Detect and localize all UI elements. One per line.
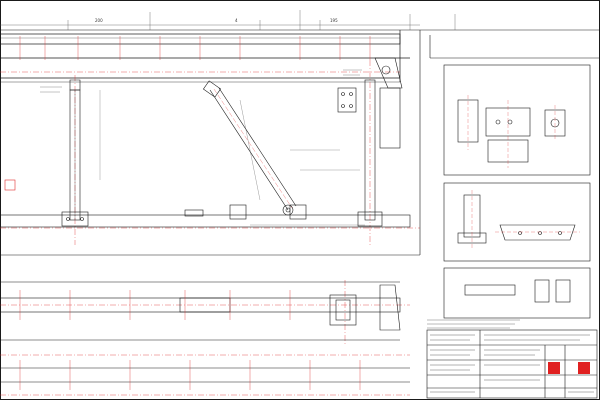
detail-panel-middle (443, 182, 591, 262)
truss-beam (0, 30, 410, 83)
title-block-red-mark (548, 362, 560, 374)
top-dimension-chain (0, 10, 456, 30)
annotation-strokes (40, 69, 362, 93)
technical-drawing-sheet: 200 4 195 (0, 0, 600, 400)
base-plate (0, 179, 411, 228)
detail-panel-top (443, 64, 591, 176)
title-block-text-strokes (430, 334, 594, 393)
general-notes-strokes (427, 319, 520, 329)
center-lines (0, 60, 420, 396)
title-block-red-mark-2 (578, 362, 590, 374)
dim-label-3: 195 (330, 18, 338, 23)
chord-ticks (19, 36, 371, 60)
detail-center-lines (467, 95, 580, 250)
plan-beam (0, 281, 410, 383)
dim-label-2: 4 (235, 18, 238, 23)
column (61, 79, 89, 227)
dim-label-1: 200 (95, 18, 103, 23)
detail-panel-bottom (443, 267, 591, 319)
top-dimension-labels: 200 4 195 (95, 18, 338, 23)
section-frame (0, 30, 600, 256)
